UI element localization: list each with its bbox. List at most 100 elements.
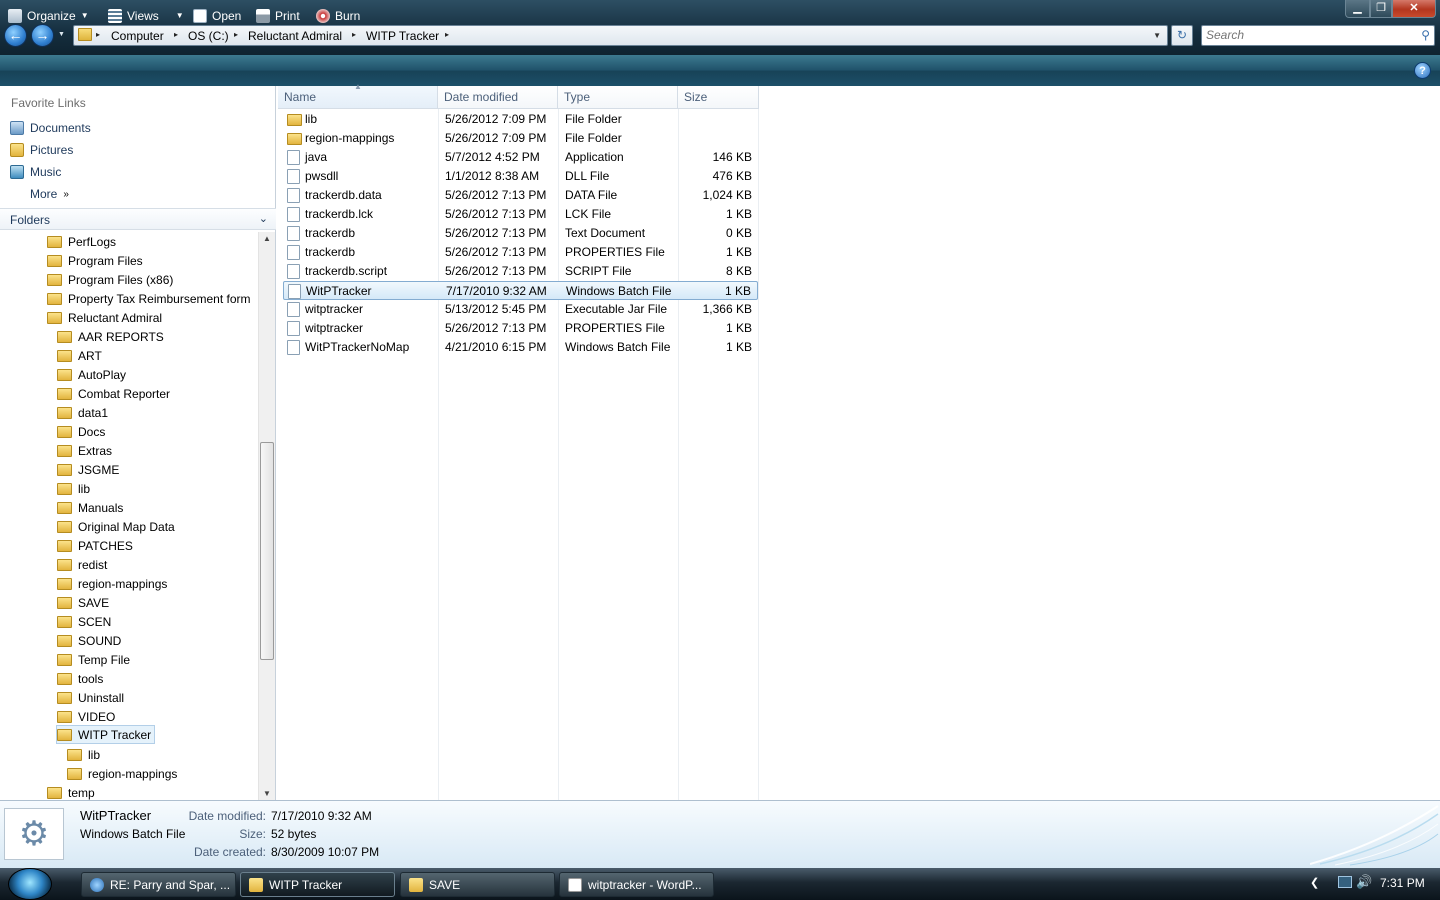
search-icon[interactable]: ⚲ bbox=[1421, 28, 1430, 42]
volume-icon[interactable]: 🔊 bbox=[1356, 874, 1372, 890]
tree-item[interactable]: Program Files (x86) bbox=[47, 270, 173, 289]
tree-item[interactable]: SOUND bbox=[57, 631, 121, 650]
file-row[interactable]: lib 5/26/2012 7:09 PM File Folder bbox=[283, 110, 758, 129]
breadcrumb-separator[interactable]: ▸ bbox=[174, 30, 178, 39]
forward-button[interactable]: → bbox=[31, 24, 54, 47]
tree-item[interactable]: AAR REPORTS bbox=[57, 327, 164, 346]
column-header-size[interactable]: Size bbox=[678, 86, 759, 109]
chevron-down-icon[interactable]: ⌄ bbox=[259, 212, 268, 225]
taskbar-button-email[interactable]: RE: Parry and Spar, ... bbox=[81, 872, 236, 897]
scroll-down-arrow-icon[interactable]: ▼ bbox=[259, 789, 275, 798]
tree-item[interactable]: AutoPlay bbox=[57, 365, 126, 384]
file-row[interactable]: WitPTrackerNoMap 4/21/2010 6:15 PM Windows… bbox=[283, 338, 758, 357]
address-history-dropdown[interactable]: ▼ bbox=[1153, 31, 1161, 40]
taskbar-button-save[interactable]: SAVE bbox=[400, 872, 555, 897]
tree-item[interactable]: Reluctant Admiral bbox=[47, 308, 162, 327]
tree-item[interactable]: VIDEO bbox=[57, 707, 115, 726]
favorite-music[interactable]: Music bbox=[10, 163, 61, 181]
file-row[interactable]: trackerdb.lck 5/26/2012 7:13 PM LCK File 1 … bbox=[283, 205, 758, 224]
tree-item[interactable]: Original Map Data bbox=[57, 517, 175, 536]
favorite-documents[interactable]: Documents bbox=[10, 119, 91, 137]
tree-item[interactable]: WITP Tracker bbox=[56, 725, 156, 744]
file-row[interactable]: WitPTracker 7/17/2010 9:32 AM Windows Batc… bbox=[283, 281, 758, 300]
scrollbar-thumb[interactable] bbox=[260, 442, 274, 660]
taskbar-button-witp-tracker[interactable]: WITP Tracker bbox=[240, 872, 395, 897]
tree-item[interactable]: Uninstall bbox=[57, 688, 124, 707]
folder-icon bbox=[47, 254, 62, 267]
breadcrumb-reluctant-admiral[interactable]: Reluctant Admiral bbox=[248, 29, 342, 43]
tree-item[interactable]: data1 bbox=[57, 403, 108, 422]
scroll-up-arrow-icon[interactable]: ▲ bbox=[259, 234, 275, 243]
tree-item[interactable]: SCEN bbox=[57, 612, 111, 631]
column-header-date[interactable]: Date modified bbox=[438, 86, 558, 109]
file-row[interactable]: witptracker 5/26/2012 7:13 PM PROPERTIES F… bbox=[283, 319, 758, 338]
column-header-type[interactable]: Type bbox=[558, 86, 678, 109]
tree-item[interactable]: JSGME bbox=[57, 460, 119, 479]
address-bar[interactable]: ▸ Computer ▸ OS (C:) ▸ Reluctant Admiral… bbox=[73, 25, 1168, 46]
breadcrumb-computer[interactable]: Computer bbox=[111, 29, 164, 43]
tree-item[interactable]: temp bbox=[47, 783, 95, 800]
back-button[interactable]: ← bbox=[4, 24, 27, 47]
refresh-button[interactable]: ↻ bbox=[1171, 25, 1193, 46]
file-row[interactable]: trackerdb.data 5/26/2012 7:13 PM DATA File… bbox=[283, 186, 758, 205]
tree-item[interactable]: Docs bbox=[57, 422, 105, 441]
file-date-modified: 5/26/2012 7:13 PM bbox=[445, 245, 547, 259]
tree-item[interactable]: PerfLogs bbox=[47, 232, 116, 251]
file-row[interactable]: trackerdb.script 5/26/2012 7:13 PM SCRIPT … bbox=[283, 262, 758, 281]
tree-item[interactable]: Temp File bbox=[57, 650, 130, 669]
favorite-pictures[interactable]: Pictures bbox=[10, 141, 73, 159]
tree-item[interactable]: Extras bbox=[57, 441, 112, 460]
file-row[interactable]: witptracker 5/13/2012 5:45 PM Executable J… bbox=[283, 300, 758, 319]
file-type: Text Document bbox=[565, 226, 646, 240]
breadcrumb-drive[interactable]: OS (C:) bbox=[188, 29, 229, 43]
print-button[interactable]: Print bbox=[256, 6, 300, 25]
tree-item[interactable]: Program Files bbox=[47, 251, 143, 270]
print-label: Print bbox=[275, 8, 300, 23]
folder-tree-scrollbar[interactable]: ▲ ▼ bbox=[258, 232, 275, 800]
favorite-label: Pictures bbox=[30, 143, 74, 157]
recent-pages-dropdown[interactable]: ▼ bbox=[58, 31, 65, 38]
file-row[interactable]: trackerdb 5/26/2012 7:13 PM PROPERTIES Fil… bbox=[283, 243, 758, 262]
breadcrumb-separator[interactable]: ▸ bbox=[352, 30, 356, 39]
tree-item[interactable]: Manuals bbox=[57, 498, 123, 517]
show-hidden-icons-chevron-icon[interactable]: ❮ bbox=[1310, 876, 1319, 889]
tree-item[interactable]: region-mappings bbox=[57, 574, 167, 593]
folders-header[interactable]: Folders ⌄ bbox=[0, 208, 276, 230]
file-row[interactable]: trackerdb 5/26/2012 7:13 PM Text Document 0… bbox=[283, 224, 758, 243]
tree-item[interactable]: redist bbox=[57, 555, 107, 574]
taskbar-button-wordpad[interactable]: witptracker - WordP... bbox=[559, 872, 714, 897]
search-box[interactable]: ⚲ bbox=[1201, 25, 1435, 46]
tree-item[interactable]: Property Tax Reimbursement form bbox=[47, 289, 251, 308]
search-input[interactable] bbox=[1206, 28, 1406, 42]
tree-item[interactable]: region-mappings bbox=[67, 764, 177, 783]
views-button[interactable]: Views ▼ bbox=[108, 6, 184, 25]
tree-item[interactable]: Combat Reporter bbox=[57, 384, 170, 403]
tree-item[interactable]: SAVE bbox=[57, 593, 109, 612]
tree-item[interactable]: lib bbox=[67, 745, 100, 764]
open-button[interactable]: Open bbox=[193, 6, 241, 25]
column-header-name[interactable]: Name ▲ bbox=[278, 82, 438, 109]
maximize-button[interactable]: ❐ bbox=[1370, 0, 1392, 18]
help-icon[interactable]: ? bbox=[1414, 62, 1431, 79]
start-button[interactable] bbox=[8, 868, 52, 900]
file-row[interactable]: region-mappings 5/26/2012 7:09 PM File Fol… bbox=[283, 129, 758, 148]
breadcrumb-separator[interactable]: ▸ bbox=[234, 30, 238, 39]
breadcrumb-witp-tracker[interactable]: WITP Tracker bbox=[366, 29, 439, 43]
breadcrumb-separator[interactable]: ▸ bbox=[445, 30, 449, 39]
burn-button[interactable]: Burn bbox=[316, 6, 360, 25]
tree-item-label: Manuals bbox=[78, 500, 124, 515]
more-favorites-link[interactable]: More » bbox=[30, 185, 69, 203]
tree-item[interactable]: ART bbox=[57, 346, 102, 365]
organize-button[interactable]: Organize ▼ bbox=[8, 6, 89, 25]
tree-item[interactable]: tools bbox=[57, 669, 103, 688]
minimize-button[interactable]: ▁ bbox=[1345, 0, 1370, 18]
tree-item[interactable]: lib bbox=[57, 479, 90, 498]
file-row[interactable]: pwsdll 1/1/2012 8:38 AM DLL File 476 KB bbox=[283, 167, 758, 186]
close-button[interactable]: ✕ bbox=[1392, 0, 1436, 18]
chevron-down-icon[interactable]: ▼ bbox=[176, 11, 184, 20]
clock[interactable]: 7:31 PM bbox=[1380, 876, 1425, 890]
tree-item[interactable]: PATCHES bbox=[57, 536, 133, 555]
file-row[interactable]: java 5/7/2012 4:52 PM Application 146 KB bbox=[283, 148, 758, 167]
network-icon[interactable] bbox=[1338, 876, 1352, 888]
breadcrumb-separator[interactable]: ▸ bbox=[96, 30, 100, 39]
